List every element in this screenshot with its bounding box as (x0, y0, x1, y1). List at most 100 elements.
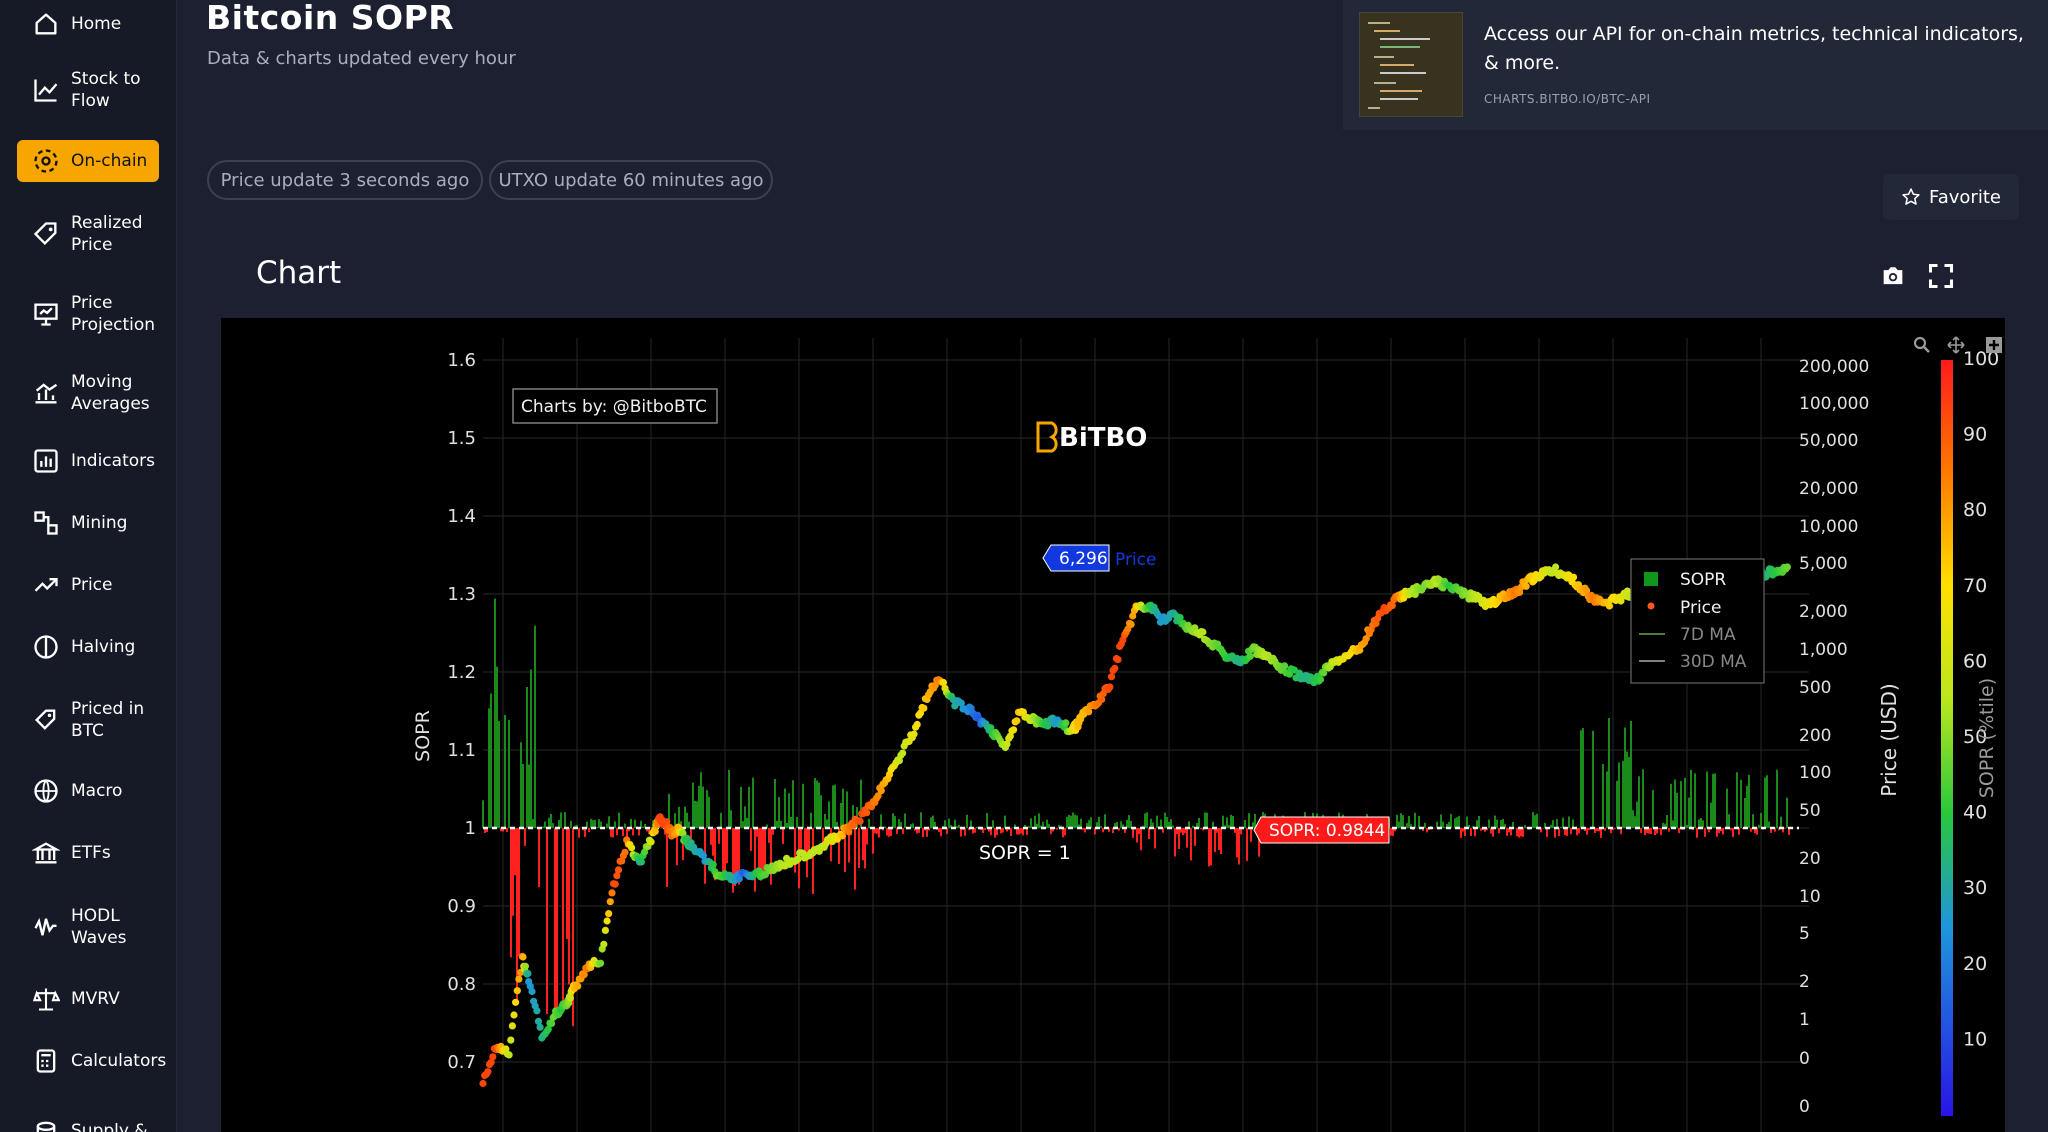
price-point (913, 720, 921, 729)
price-point (611, 880, 619, 888)
sidebar-item-on-chain[interactable]: On-chain (17, 140, 159, 182)
chart-heading: Chart (256, 255, 342, 291)
sidebar-item-price[interactable]: Price (17, 564, 159, 606)
trend-up-icon (31, 570, 61, 600)
sidebar-item-mining[interactable]: Mining (17, 502, 159, 544)
price-point (1552, 563, 1560, 571)
sidebar-item-label: MVRV (71, 989, 120, 1009)
colorbar-tick-label: 90 (1963, 424, 1987, 446)
hover-price-name: Price (1115, 550, 1156, 570)
sidebar-item-halving[interactable]: Halving (17, 626, 159, 668)
sidebar-item-label: Calculators (71, 1051, 167, 1071)
sopr-tick-label: 0.8 (447, 974, 476, 995)
price-tick-label: 20 (1799, 849, 1821, 869)
price-point (479, 1079, 487, 1088)
sidebar-item-label: Priced in BTC (71, 699, 145, 741)
price-tick-label: 0 (1799, 1049, 1810, 1069)
sidebar-item-label: Moving Averages (71, 372, 150, 414)
tag-icon (31, 219, 61, 249)
price-point (608, 889, 616, 897)
watermark-text: Charts by: @BitboBTC (521, 397, 707, 417)
price-tick-label: 2 (1799, 972, 1810, 992)
halving-icon (31, 632, 61, 662)
price-point (601, 926, 609, 935)
sidebar-item-label: Price (71, 575, 113, 595)
price-point (484, 1068, 492, 1076)
sidebar-item-mvrv[interactable]: MVRV (17, 978, 159, 1020)
sopr-tick-label: 1.4 (447, 506, 476, 527)
price-point (515, 975, 523, 983)
price-point (1316, 675, 1325, 684)
api-promo-text[interactable]: Access our API for on-chain metrics, tec… (1484, 20, 2024, 78)
price-tick-label: 20,000 (1799, 479, 1858, 499)
home-icon (31, 9, 61, 39)
sidebar-item-stock-to-flow[interactable]: Stock to Flow (17, 62, 159, 118)
sopr-chart[interactable]: SOPR = 1 1.6 1.5 1.4 1.3 1.2 1.1 1 0.9 0.8 0.7 SOP… (221, 318, 2005, 1132)
zoom-in-icon[interactable] (1986, 337, 2002, 353)
sidebar-item-price-projection[interactable]: Price Projection (17, 284, 159, 344)
price-point (519, 953, 527, 961)
price-tick-label: 2,000 (1799, 602, 1848, 622)
fullscreen-icon[interactable] (1927, 262, 1955, 290)
price-point (910, 730, 918, 738)
colorbar-tick-label: 30 (1963, 877, 1987, 899)
price-point (603, 917, 611, 925)
price-point (1062, 719, 1070, 727)
price-point (1199, 628, 1207, 636)
price-tick-label: 5,000 (1799, 554, 1848, 574)
price-point (1106, 683, 1114, 691)
api-promo-link[interactable]: CHARTS.BITBO.IO/BTC-API (1484, 92, 1651, 106)
price-tick-label: 100,000 (1799, 394, 1869, 414)
colorbar-tick-label: 80 (1963, 499, 1987, 521)
scale-icon (31, 984, 61, 1014)
pan-icon[interactable] (1947, 336, 1965, 354)
sidebar-item-indicators[interactable]: Indicators (17, 440, 159, 482)
sidebar-item-label: Stock to Flow (71, 69, 141, 111)
hover-sopr-label: SOPR: 0.9844 (1269, 821, 1385, 841)
price-axis-label: Price (USD) (1877, 683, 1901, 797)
sidebar-item-hodl-waves[interactable]: HODL Waves (17, 898, 159, 956)
sopr-tick-label: 1.5 (447, 428, 476, 449)
sidebar-item-moving-averages[interactable]: Moving Averages (17, 363, 159, 423)
sopr-tick-label: 0.7 (447, 1052, 476, 1073)
sopr-reference-label: SOPR = 1 (979, 842, 1071, 864)
price-tick-label: 10,000 (1799, 517, 1858, 537)
sidebar-item-label: Mining (71, 513, 128, 533)
price-point (533, 1007, 541, 1015)
sidebar-item-home[interactable]: Home (17, 8, 159, 40)
page-subtitle: Data & charts updated every hour (207, 48, 516, 69)
price-point (1107, 673, 1116, 681)
sidebar-item-calculators[interactable]: Calculators (17, 1040, 166, 1082)
legend-7d-label: 7D MA (1680, 625, 1736, 645)
price-point (605, 910, 613, 918)
api-code-thumbnail (1359, 12, 1463, 117)
price-tick-label: 200,000 (1799, 357, 1869, 377)
sidebar-item-priced-in-btc[interactable]: Priced in BTC (17, 690, 159, 750)
sopr-tick-label: 1.6 (447, 350, 476, 371)
zoom-icon[interactable] (1913, 336, 1930, 353)
price-point (709, 861, 717, 869)
favorite-button[interactable]: Favorite (1883, 174, 2019, 220)
camera-icon[interactable] (1879, 262, 1907, 290)
price-point (838, 832, 846, 840)
sidebar-item-label: Home (71, 14, 122, 34)
price-tag-icon (31, 705, 61, 735)
price-point (637, 858, 645, 866)
star-icon (1902, 188, 1920, 205)
sidebar-item-label: Macro (71, 781, 123, 801)
price-point (536, 1023, 544, 1031)
sidebar-item-supply[interactable]: Supply & (17, 1103, 159, 1132)
price-tick-label: 50 (1799, 801, 1821, 821)
sidebar-item-etfs[interactable]: ETFs (17, 832, 159, 874)
moving-average-icon (31, 378, 61, 408)
sidebar-item-label: On-chain (71, 151, 148, 171)
price-tick-label: 1,000 (1799, 640, 1848, 660)
sidebar-item-label: HODL Waves (71, 906, 127, 948)
price-point (505, 1051, 513, 1059)
sidebar-item-macro[interactable]: Macro (17, 770, 159, 812)
price-point (1246, 652, 1254, 660)
price-point (1281, 662, 1289, 670)
price-tick-label: 200 (1799, 726, 1831, 746)
sidebar-item-realized-price[interactable]: Realized Price (17, 205, 159, 263)
price-point (647, 838, 655, 846)
